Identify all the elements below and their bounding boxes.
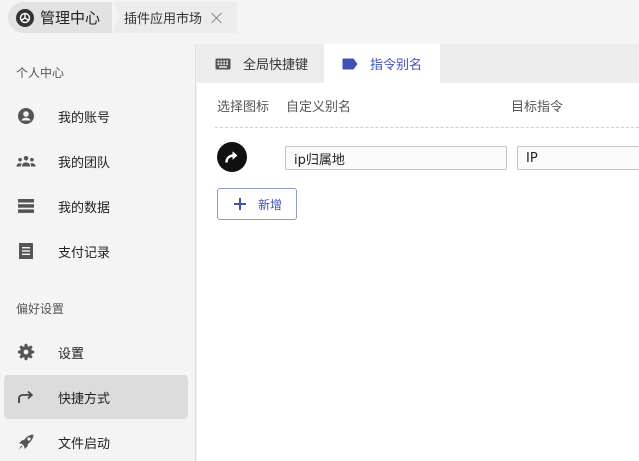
breadcrumb-main-label: 管理中心 bbox=[40, 9, 101, 27]
sidebar-item-label: 支付记录 bbox=[58, 245, 111, 261]
sidebar: 个人中心 我的账号 我的团队 我的数据 支付记录 偏好设置 设置 快捷方式 文件… bbox=[0, 44, 196, 461]
target-command-input[interactable] bbox=[517, 146, 639, 170]
sidebar-item-file-launch[interactable]: 文件启动 bbox=[4, 420, 188, 461]
shortcut-arrow-icon bbox=[16, 387, 36, 407]
section-title-preferences: 偏好设置 bbox=[16, 302, 65, 316]
add-button[interactable]: 新增 bbox=[217, 188, 297, 220]
breadcrumb-sub-label: 插件应用市场 bbox=[124, 12, 203, 27]
sidebar-item-label: 文件启动 bbox=[58, 436, 111, 452]
data-icon bbox=[16, 196, 36, 216]
keyboard-icon bbox=[215, 57, 233, 71]
sidebar-item-payments[interactable]: 支付记录 bbox=[4, 229, 188, 273]
label-tag-icon bbox=[342, 57, 360, 71]
team-icon bbox=[16, 151, 36, 171]
breadcrumb-plugin-market[interactable]: 插件应用市场 bbox=[112, 2, 237, 33]
section-title-personal: 个人中心 bbox=[16, 66, 65, 80]
column-header-icon: 选择图标 bbox=[217, 100, 270, 115]
tab-bar: 全局快捷键 指令别名 bbox=[197, 44, 639, 83]
alias-icon-picker[interactable] bbox=[217, 142, 247, 172]
sidebar-item-label: 我的数据 bbox=[58, 200, 111, 216]
sidebar-item-label: 设置 bbox=[58, 346, 85, 362]
sidebar-item-data[interactable]: 我的数据 bbox=[4, 184, 188, 228]
shortcut-arrow-icon bbox=[225, 151, 238, 163]
column-header-alias: 自定义别名 bbox=[286, 100, 352, 115]
sidebar-item-account[interactable]: 我的账号 bbox=[4, 94, 188, 138]
tab-command-alias[interactable]: 指令别名 bbox=[324, 44, 440, 83]
breadcrumb-admin-center[interactable]: 管理中心 bbox=[8, 2, 120, 33]
add-button-label: 新增 bbox=[258, 197, 283, 212]
close-icon[interactable] bbox=[210, 11, 224, 25]
gear-icon bbox=[16, 342, 36, 362]
tab-label: 全局快捷键 bbox=[243, 58, 309, 73]
rocket-icon bbox=[16, 432, 36, 452]
app-logo-icon bbox=[16, 8, 34, 27]
breadcrumb: 管理中心 插件应用市场 bbox=[0, 0, 639, 35]
main-panel: 全局快捷键 指令别名 选择图标 自定义别名 目标指令 新增 bbox=[197, 44, 639, 461]
tab-label: 指令别名 bbox=[370, 58, 423, 73]
receipt-icon bbox=[16, 241, 36, 261]
sidebar-item-shortcuts[interactable]: 快捷方式 bbox=[4, 375, 188, 419]
sidebar-item-label: 我的团队 bbox=[58, 155, 111, 171]
header-divider bbox=[215, 127, 639, 128]
plus-icon bbox=[234, 198, 246, 210]
sidebar-item-team[interactable]: 我的团队 bbox=[4, 139, 188, 183]
sidebar-item-label: 我的账号 bbox=[58, 110, 111, 126]
sidebar-item-label: 快捷方式 bbox=[58, 391, 111, 407]
column-header-target: 目标指令 bbox=[511, 100, 564, 115]
alias-input[interactable] bbox=[285, 146, 507, 170]
sidebar-item-settings[interactable]: 设置 bbox=[4, 330, 188, 374]
tab-global-hotkeys[interactable]: 全局快捷键 bbox=[197, 44, 327, 83]
account-icon bbox=[16, 106, 36, 126]
